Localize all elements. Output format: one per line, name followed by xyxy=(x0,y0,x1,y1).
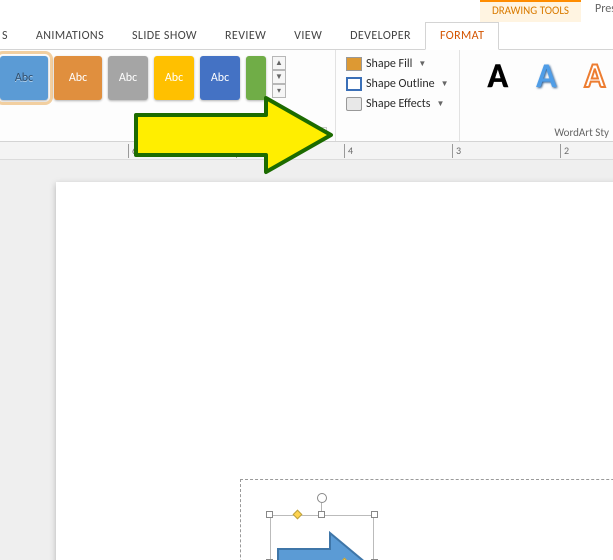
resize-handle-nw[interactable] xyxy=(266,511,273,518)
tab-transitions-partial[interactable]: S xyxy=(0,23,22,49)
shape-outline-label: Shape Outline xyxy=(366,77,435,91)
wordart-gallery[interactable]: A A A xyxy=(466,54,613,100)
shape-style-swatch-3[interactable]: Abc xyxy=(108,56,148,100)
shape-style-swatch-4[interactable]: Abc xyxy=(154,56,194,100)
shape-style-swatch-2[interactable]: Abc xyxy=(54,56,102,100)
gallery-down-icon[interactable]: ▼ xyxy=(272,70,286,84)
gallery-more-icon[interactable]: ▾ xyxy=(272,84,286,98)
group-wordart-styles: A A A WordArt Sty xyxy=(460,50,613,141)
right-arrow-shape-icon[interactable] xyxy=(276,531,368,560)
shape-fill-label: Shape Fill xyxy=(366,57,412,71)
shape-styles-dialog-launcher[interactable]: ◢ xyxy=(315,127,327,139)
shape-style-swatch-5[interactable]: Abc xyxy=(200,56,240,100)
resize-handle-ne[interactable] xyxy=(371,511,378,518)
wordart-swatch-3[interactable]: A xyxy=(577,54,613,100)
shape-style-swatch-6[interactable] xyxy=(246,56,266,100)
paint-bucket-icon xyxy=(346,57,362,71)
ruler-tick: 2 xyxy=(560,144,569,158)
group-label-wordart: WordArt Sty xyxy=(466,126,613,141)
gallery-scroll[interactable]: ▲ ▼ ▾ xyxy=(272,56,286,98)
rotation-handle[interactable] xyxy=(317,493,327,503)
ruler-tick: 6 xyxy=(128,144,137,158)
shape-effects-button[interactable]: Shape Effects ▼ xyxy=(344,96,451,112)
contextual-tab-drawing-tools: DRAWING TOOLS xyxy=(480,0,581,22)
selected-shape-arrow[interactable] xyxy=(270,515,374,560)
chevron-down-icon: ▼ xyxy=(441,79,449,89)
group-label-shape-styles: Shape Styles ◢ xyxy=(0,126,329,141)
shape-format-menu: Shape Fill ▼ Shape Outline ▼ Shape Effec… xyxy=(336,50,460,141)
presentation-name: Presentation1 xyxy=(595,2,613,16)
shape-styles-label-text: Shape Styles xyxy=(137,126,193,139)
tab-format[interactable]: FORMAT xyxy=(425,22,499,50)
chevron-down-icon: ▼ xyxy=(418,59,426,69)
shape-outline-button[interactable]: Shape Outline ▼ xyxy=(344,76,451,92)
effects-icon xyxy=(346,97,362,111)
wordart-swatch-1[interactable]: A xyxy=(480,54,516,100)
ribbon-tabs: S ANIMATIONS SLIDE SHOW REVIEW VIEW DEVE… xyxy=(0,22,613,50)
slide-workspace[interactable]: Clic xyxy=(0,160,613,560)
group-shape-styles: Abc Abc Abc Abc Abc ▲ ▼ ▾ Shape Styles ◢ xyxy=(0,50,336,141)
shape-style-swatch-1[interactable]: Abc xyxy=(0,56,48,100)
shape-fill-button[interactable]: Shape Fill ▼ xyxy=(344,56,451,72)
ruler-tick: 3 xyxy=(452,144,461,158)
ribbon-body: Abc Abc Abc Abc Abc ▲ ▼ ▾ Shape Styles ◢… xyxy=(0,50,613,142)
shape-effects-label: Shape Effects xyxy=(366,97,431,111)
shape-style-gallery[interactable]: Abc Abc Abc Abc Abc ▲ ▼ ▾ xyxy=(0,54,329,100)
tab-animations[interactable]: ANIMATIONS xyxy=(22,23,118,49)
title-bar: DRAWING TOOLS Presentation1 xyxy=(0,0,613,22)
tab-developer[interactable]: DEVELOPER xyxy=(336,23,425,49)
ruler-tick: 5 xyxy=(236,144,245,158)
chevron-down-icon: ▼ xyxy=(437,99,445,109)
outline-icon xyxy=(346,77,362,91)
tab-slide-show[interactable]: SLIDE SHOW xyxy=(118,23,211,49)
gallery-up-icon[interactable]: ▲ xyxy=(272,56,286,70)
ruler-tick: 4 xyxy=(344,144,353,158)
wordart-swatch-2[interactable]: A xyxy=(528,54,564,100)
tab-view[interactable]: VIEW xyxy=(280,23,336,49)
tab-review[interactable]: REVIEW xyxy=(211,23,280,49)
resize-handle-n[interactable] xyxy=(318,511,325,518)
horizontal-ruler: 6 5 4 3 2 xyxy=(0,142,613,160)
